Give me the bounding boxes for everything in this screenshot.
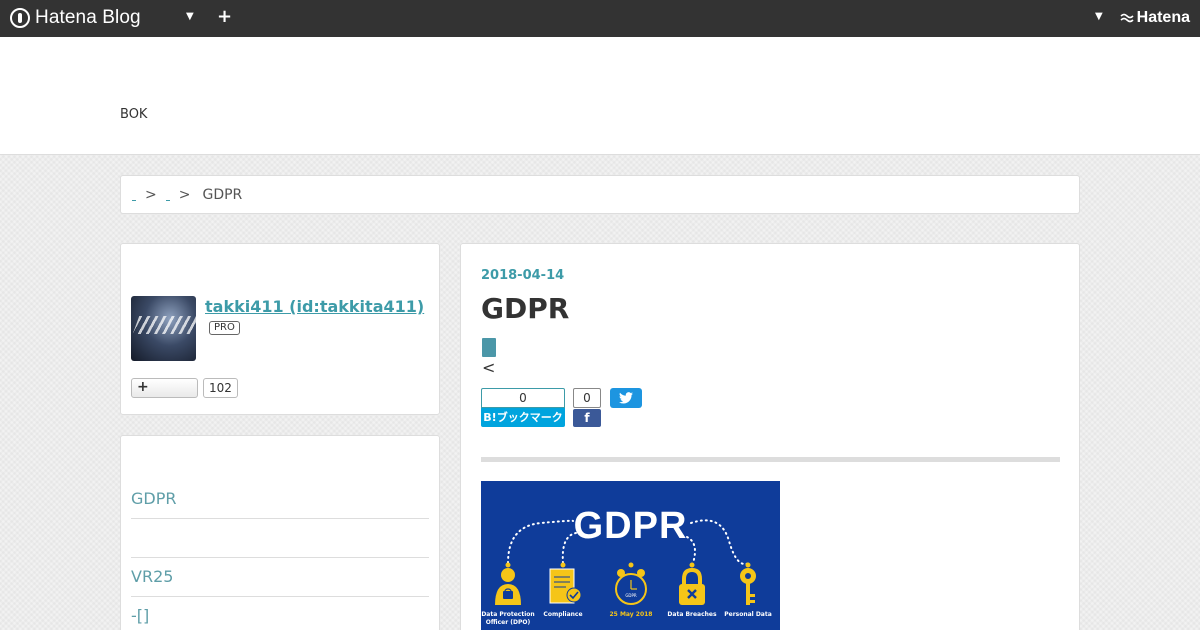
alarm-clock-icon: GDPR — [615, 569, 647, 605]
blog-title[interactable]: BOK — [120, 107, 147, 122]
hatena-bookmark-count: 0 — [481, 388, 565, 408]
sidebar-item-vr25[interactable]: VR25 — [131, 557, 429, 596]
hatena-wave-icon — [1120, 13, 1134, 23]
label-compliance: Compliance — [543, 611, 583, 618]
label-personal-data: Personal Data — [724, 611, 772, 618]
gdpr-illustration: GDPR GDPR Data Protection Officer (DPO) … — [481, 481, 780, 630]
entry-date[interactable]: 2018-04-14 — [481, 268, 564, 283]
sidebar-list-module: GDPR VR25 -[] — [120, 435, 440, 630]
entry-title[interactable]: GDPR — [481, 292, 569, 325]
hatena-blog-logo[interactable]: Hatena Blog — [10, 7, 141, 29]
gdpr-heading: GDPR — [573, 505, 688, 547]
hatena-bookmark-button[interactable]: 0 B!ブックマーク — [481, 388, 565, 427]
profile-name-link[interactable]: takki411 (id:takkita411) — [205, 297, 424, 316]
sidebar-item-bracket[interactable]: -[] — [131, 596, 429, 630]
breadcrumb-separator: > — [178, 186, 191, 203]
label-dpo: Data Protection Officer (DPO) — [481, 611, 535, 626]
new-post-plus-icon[interactable]: + — [217, 6, 232, 27]
dpo-person-icon — [495, 568, 521, 605]
personal-data-key-icon — [740, 568, 756, 605]
follow-plus-icon: + — [137, 379, 149, 395]
entry-article: 2018-04-14 GDPR < 0 B!ブックマーク 0 f GDPR GD… — [460, 243, 1080, 630]
pro-badge: PRO — [209, 321, 240, 335]
profile-module: takki411 (id:takkita411) PRO + 102 — [120, 243, 440, 415]
hatena-bookmark-label: B!ブックマーク — [481, 408, 565, 427]
compliance-document-icon — [549, 568, 582, 604]
entry-divider — [481, 457, 1060, 462]
follow-button[interactable]: + — [131, 378, 198, 398]
hatena-blog-icon — [10, 8, 30, 28]
facebook-icon: f — [573, 409, 601, 427]
facebook-share-button[interactable]: 0 f — [573, 388, 601, 427]
breadcrumb-link-category[interactable] — [165, 198, 170, 201]
label-date: 25 May 2018 — [609, 611, 653, 618]
hatena-logo[interactable]: Hatena — [1120, 9, 1190, 27]
gdpr-dotted-connectors — [505, 519, 751, 568]
hatena-text: Hatena — [1136, 9, 1190, 26]
avatar[interactable] — [131, 296, 196, 361]
global-header: Hatena Blog ▼ + ▼ Hatena — [0, 0, 1200, 37]
breadcrumb-current: GDPR — [202, 186, 243, 203]
follower-count[interactable]: 102 — [203, 378, 238, 398]
breadcrumb: > > GDPR — [120, 175, 1080, 214]
entry-text-symbol: < — [482, 358, 496, 377]
blog-header: BOK — [0, 37, 1200, 155]
user-menu-caret-down-icon[interactable]: ▼ — [1095, 11, 1103, 22]
category-tag[interactable] — [482, 338, 496, 357]
label-data-breaches: Data Breaches — [667, 611, 717, 618]
breadcrumb-separator: > — [145, 186, 157, 203]
brand-text: Hatena Blog — [35, 7, 141, 28]
twitter-bird-icon — [619, 392, 633, 404]
breadcrumb-link-home[interactable] — [132, 198, 136, 201]
sidebar-item-empty[interactable] — [131, 519, 429, 558]
data-breach-lock-icon — [679, 567, 705, 605]
sidebar-item-gdpr[interactable]: GDPR — [131, 479, 429, 518]
menu-caret-down-icon[interactable]: ▼ — [186, 11, 194, 22]
clock-label: GDPR — [625, 593, 637, 598]
facebook-share-count: 0 — [573, 388, 601, 408]
twitter-share-button[interactable] — [610, 388, 642, 408]
